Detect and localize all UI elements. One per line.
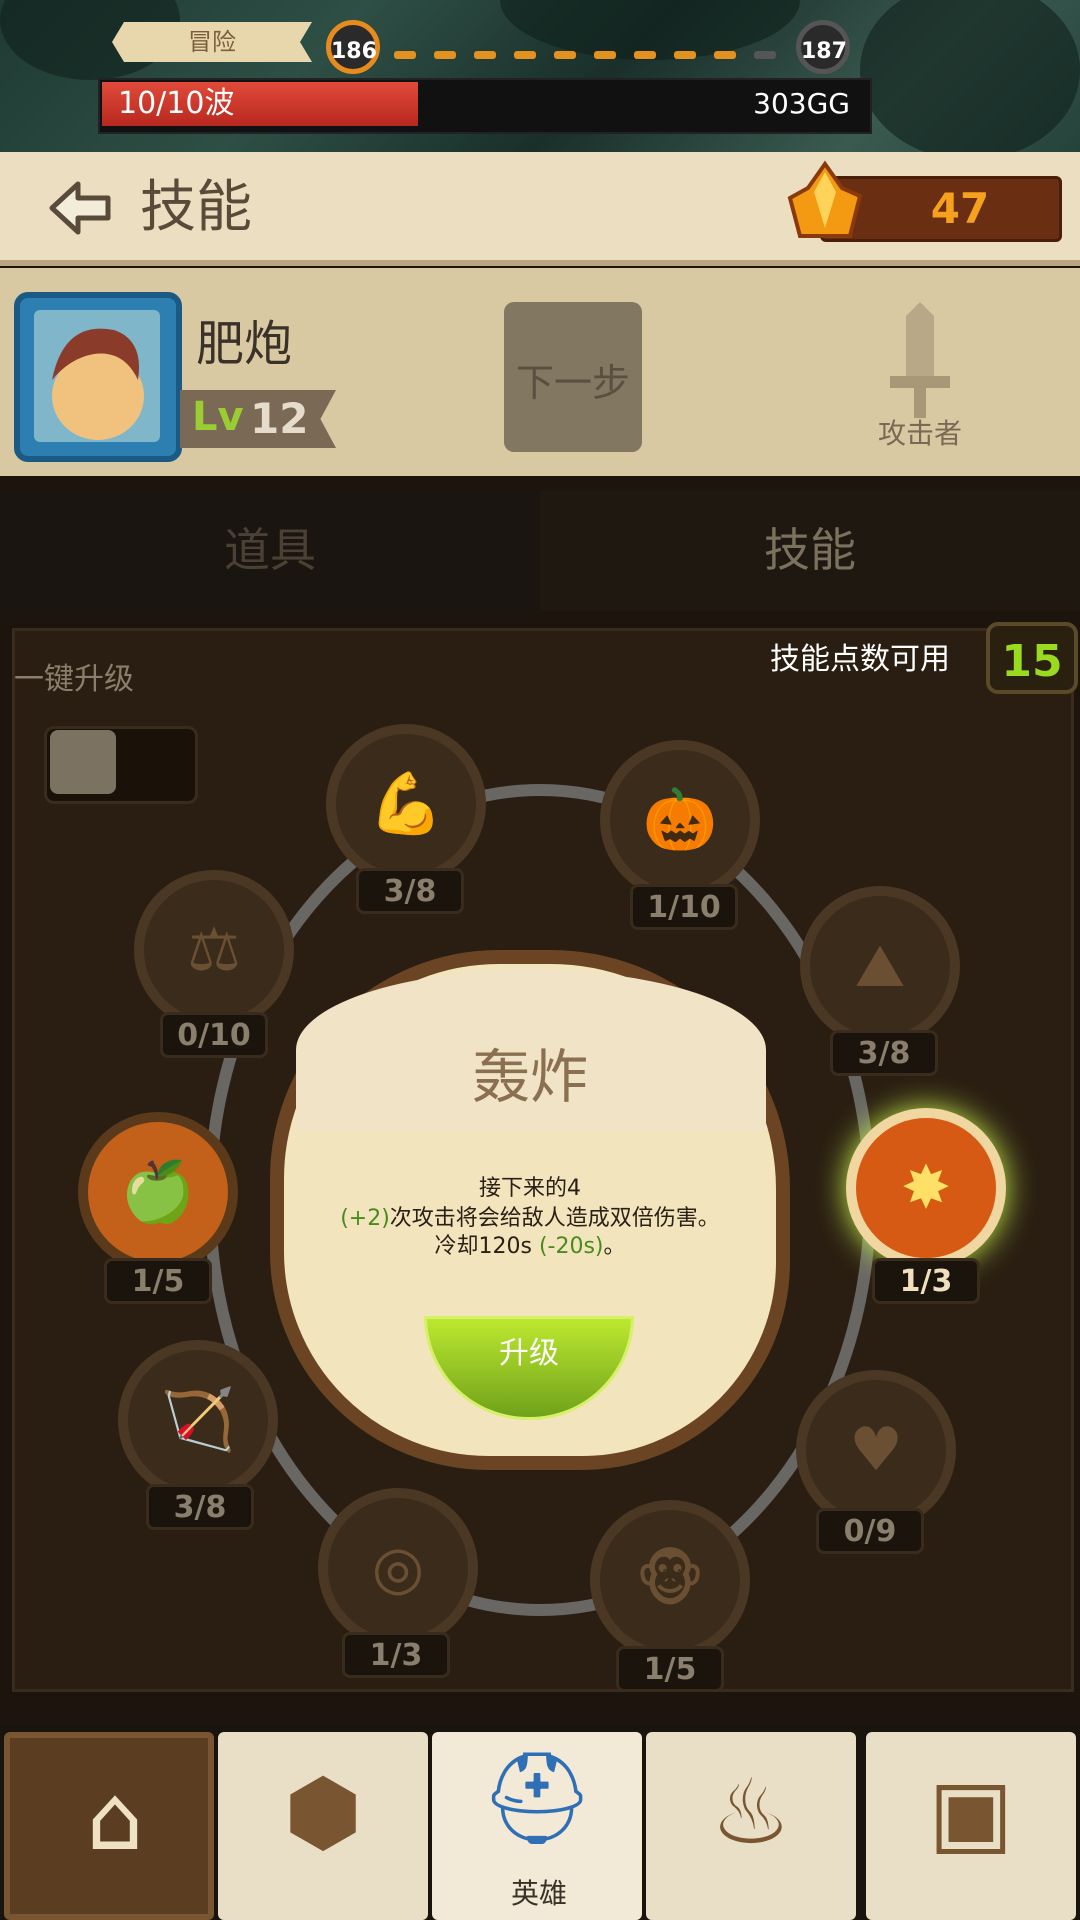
skill-desc-end: 。: [603, 1234, 626, 1259]
skill-node-heart-target[interactable]: ♥: [796, 1370, 956, 1530]
wave-label: 10/10波: [118, 86, 235, 121]
nav-stone-button[interactable]: ⬢: [218, 1732, 428, 1920]
monkey-icon: 🐵: [635, 1545, 705, 1615]
crystal-icon: [780, 158, 870, 248]
skill-level-heart-target: 0/9: [816, 1508, 924, 1554]
skill-level-apple: 1/5: [104, 1258, 212, 1304]
skill-node-scales[interactable]: ⚖: [134, 870, 294, 1030]
nav-hero-label: 英雄: [510, 1877, 567, 1910]
skill-node-explosion[interactable]: ✸: [846, 1108, 1006, 1268]
mode-tag: 冒险: [112, 22, 312, 62]
skill-level-muscle: 3/8: [356, 868, 464, 914]
level-prefix: Lv: [192, 394, 244, 440]
level-progress-dashes: [394, 44, 794, 59]
skill-name: 轰炸: [471, 1043, 588, 1111]
next-step-label: 下一步: [515, 361, 630, 405]
skill-node-muscle[interactable]: 💪: [326, 724, 486, 884]
apple-icon: 🍏: [120, 1157, 196, 1227]
home-icon: ⌂: [86, 1766, 144, 1871]
skill-desc-line3: 冷却120s (-20s)。: [300, 1228, 760, 1260]
sword-icon: [860, 296, 980, 426]
nav-chest-button[interactable]: ▣: [866, 1732, 1076, 1920]
hero-role: 攻击者: [877, 417, 962, 450]
skill-node-monkey[interactable]: 🐵: [590, 1500, 750, 1660]
hero-level: 12: [250, 394, 309, 443]
toggle-knob: [50, 730, 116, 794]
skill-desc-line1: 接下来的4: [479, 1176, 581, 1201]
page-title: 技能: [140, 175, 252, 240]
skill-level-pumpkin: 1/10: [630, 884, 738, 930]
next-level-badge: 187: [796, 20, 850, 74]
arrow-bow-icon: 🏹: [160, 1385, 236, 1455]
skill-level-explosion: 1/3: [872, 1258, 980, 1304]
hero-name: 肥炮: [196, 316, 293, 372]
skill-node-egg[interactable]: ◎: [318, 1488, 478, 1648]
gem-count: 47: [930, 184, 990, 233]
gold-amount: 303GG: [753, 87, 850, 120]
scales-icon: ⚖: [187, 915, 241, 985]
skill-node-bow[interactable]: 🏹: [118, 1340, 278, 1500]
skill-level-egg: 1/3: [342, 1632, 450, 1678]
back-arrow-icon[interactable]: [48, 178, 112, 238]
skill-level-island: 3/8: [830, 1030, 938, 1076]
chest-icon: ▣: [928, 1760, 1014, 1865]
stone-icon: ⬢: [283, 1760, 363, 1865]
hero-avatar: [34, 310, 160, 442]
heart-target-icon: ♥: [849, 1415, 903, 1485]
cauldron-icon: ♨: [710, 1760, 792, 1865]
skill-level-scales: 0/10: [160, 1012, 268, 1058]
muscle-icon: 💪: [368, 769, 444, 839]
explosion-icon: ✸: [900, 1153, 952, 1223]
nav-home-button[interactable]: ⌂: [4, 1732, 214, 1920]
hero-helmet-icon: ⛑: [479, 1746, 595, 1851]
skill-level-monkey: 1/5: [616, 1646, 724, 1692]
skill-node-apple[interactable]: 🍏: [78, 1112, 238, 1272]
tab-items[interactable]: 道具: [0, 490, 540, 610]
skill-node-pumpkin[interactable]: 🎃: [600, 740, 760, 900]
island-icon: ⛰: [854, 931, 906, 1001]
upgrade-label: 升级: [499, 1336, 559, 1371]
skill-cooldown: 冷却120s: [434, 1234, 539, 1259]
skill-points-label: 技能点数可用: [770, 642, 950, 677]
pumpkin-icon: 🎃: [642, 785, 718, 855]
skill-cooldown-bonus: (-20s): [538, 1234, 604, 1259]
tab-skills[interactable]: 技能: [540, 490, 1080, 610]
auto-upgrade-label: 一键升级: [14, 662, 134, 697]
skill-level-bow: 3/8: [146, 1484, 254, 1530]
current-level-badge: 186: [326, 20, 380, 74]
skill-node-island[interactable]: ⛰: [800, 886, 960, 1046]
egg-icon: ◎: [371, 1533, 425, 1603]
nav-cauldron-button[interactable]: ♨: [646, 1732, 856, 1920]
skill-points-count: 15: [986, 622, 1078, 694]
